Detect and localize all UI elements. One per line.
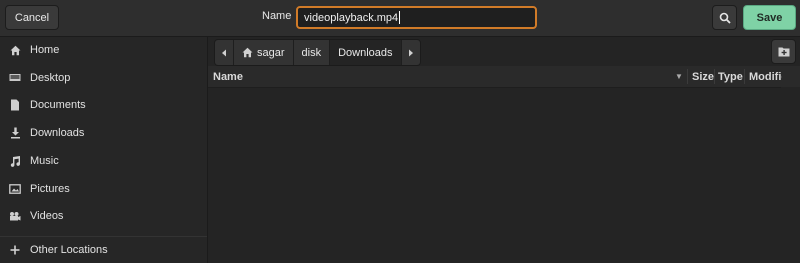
sidebar-divider (0, 236, 207, 237)
sidebar-item-label: Videos (30, 210, 64, 222)
home-icon (0, 45, 30, 56)
sidebar-item-documents[interactable]: Documents (0, 93, 207, 117)
sort-descending-icon: ▼ (675, 72, 683, 81)
path-crumb-label: Downloads (338, 46, 393, 59)
name-label: Name (262, 10, 292, 22)
sidebar-item-label: Music (30, 155, 59, 167)
sidebar-item-downloads[interactable]: Downloads (0, 121, 207, 145)
sidebar-item-label: Documents (30, 99, 86, 111)
file-list-header: Name ▼ Size Type Modified (208, 66, 800, 88)
sidebar-item-label: Desktop (30, 72, 71, 84)
sidebar-item-music[interactable]: Music (0, 149, 207, 173)
path-crumb-label: sagar (257, 46, 285, 59)
column-header-modified[interactable]: Modified (749, 66, 782, 87)
download-icon (0, 127, 30, 139)
new-folder-icon (778, 47, 789, 57)
music-icon (0, 155, 30, 167)
file-list-scrollbar[interactable] (781, 87, 800, 263)
sidebar-item-pictures[interactable]: Pictures (0, 177, 207, 201)
path-crumb-sagar[interactable]: sagar (234, 40, 294, 65)
places-sidebar: Home Desktop Documents Downloads Music P… (0, 37, 208, 263)
new-folder-button[interactable] (771, 39, 796, 64)
file-list[interactable] (208, 88, 781, 263)
filename-value: videoplayback.mp4 (304, 11, 399, 24)
picture-icon (0, 184, 30, 194)
video-icon (0, 211, 30, 221)
column-header-type[interactable]: Type (718, 66, 743, 87)
save-button[interactable]: Save (743, 5, 796, 30)
chevron-left-icon (222, 49, 226, 56)
path-crumb-label: disk (301, 46, 322, 59)
sidebar-item-label: Pictures (30, 183, 70, 195)
sidebar-item-label: Other Locations (30, 244, 108, 256)
sidebar-item-desktop[interactable]: Desktop (0, 66, 207, 90)
search-icon (719, 12, 731, 24)
column-header-name[interactable]: Name (213, 66, 243, 87)
plus-icon (0, 245, 30, 255)
path-forward-button[interactable] (401, 40, 420, 65)
path-back-button[interactable] (215, 40, 234, 65)
path-bar: sagar disk Downloads (214, 39, 421, 66)
sidebar-item-videos[interactable]: Videos (0, 204, 207, 228)
sidebar-item-label: Downloads (30, 127, 85, 139)
chevron-right-icon (408, 49, 413, 56)
text-caret (399, 11, 401, 24)
sidebar-item-other-locations[interactable]: Other Locations (0, 238, 207, 262)
sidebar-item-label: Home (30, 44, 60, 56)
cancel-button[interactable]: Cancel (5, 5, 59, 30)
path-crumb-disk[interactable]: disk (293, 40, 331, 65)
document-icon (0, 99, 30, 111)
header-bar: Cancel Name videoplayback.mp4 Save (0, 0, 800, 37)
filename-input[interactable]: videoplayback.mp4 (296, 6, 537, 29)
sidebar-item-home[interactable]: Home (0, 38, 207, 62)
column-divider (744, 69, 745, 84)
column-divider (687, 69, 688, 84)
home-icon (242, 47, 253, 58)
search-button[interactable] (712, 5, 737, 30)
column-divider (714, 69, 715, 84)
desktop-icon (0, 73, 30, 83)
path-crumb-downloads[interactable]: Downloads (330, 40, 402, 65)
column-header-size[interactable]: Size (692, 66, 714, 87)
